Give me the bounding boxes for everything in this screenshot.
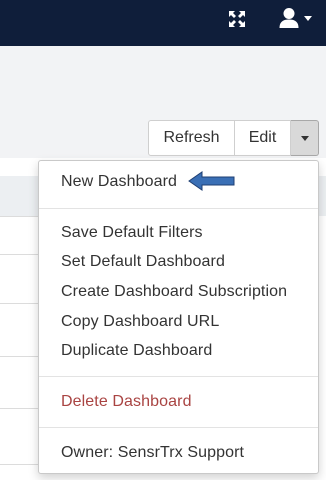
table-row-divider [0, 408, 40, 409]
menu-divider [39, 376, 318, 377]
fullscreen-icon [229, 11, 245, 27]
table-row-divider [0, 464, 40, 465]
caret-down-icon [304, 15, 312, 21]
menu-item-create-subscription[interactable]: Create Dashboard Subscription [61, 283, 287, 301]
user-menu-button[interactable] [278, 4, 322, 32]
fullscreen-button[interactable] [226, 8, 248, 30]
table-row-divider [0, 303, 40, 304]
table-row-divider [0, 216, 40, 217]
dashboard-actions: Refresh Edit [148, 120, 319, 156]
dashboard-dropdown-menu: New Dashboard Save Default Filters Set D… [38, 160, 319, 474]
table-row-divider [0, 254, 40, 255]
menu-item-duplicate-dashboard[interactable]: Duplicate Dashboard [61, 342, 212, 360]
more-options-button[interactable] [291, 120, 319, 156]
refresh-button[interactable]: Refresh [148, 120, 235, 156]
top-navbar [0, 0, 326, 46]
menu-divider [39, 208, 318, 209]
caret-down-icon [300, 135, 309, 141]
left-arrow-icon [188, 171, 235, 191]
menu-item-owner: Owner: SensrTrx Support [61, 444, 245, 461]
menu-item-copy-dashboard-url[interactable]: Copy Dashboard URL [61, 313, 219, 331]
edit-button[interactable]: Edit [235, 120, 291, 156]
menu-divider [39, 427, 318, 428]
menu-item-set-default-dashboard[interactable]: Set Default Dashboard [61, 253, 225, 271]
menu-item-delete-dashboard[interactable]: Delete Dashboard [61, 393, 192, 411]
user-icon [279, 8, 299, 28]
menu-item-new-dashboard[interactable]: New Dashboard [61, 173, 177, 191]
table-row-divider [0, 356, 40, 357]
menu-item-save-default-filters[interactable]: Save Default Filters [61, 224, 203, 242]
